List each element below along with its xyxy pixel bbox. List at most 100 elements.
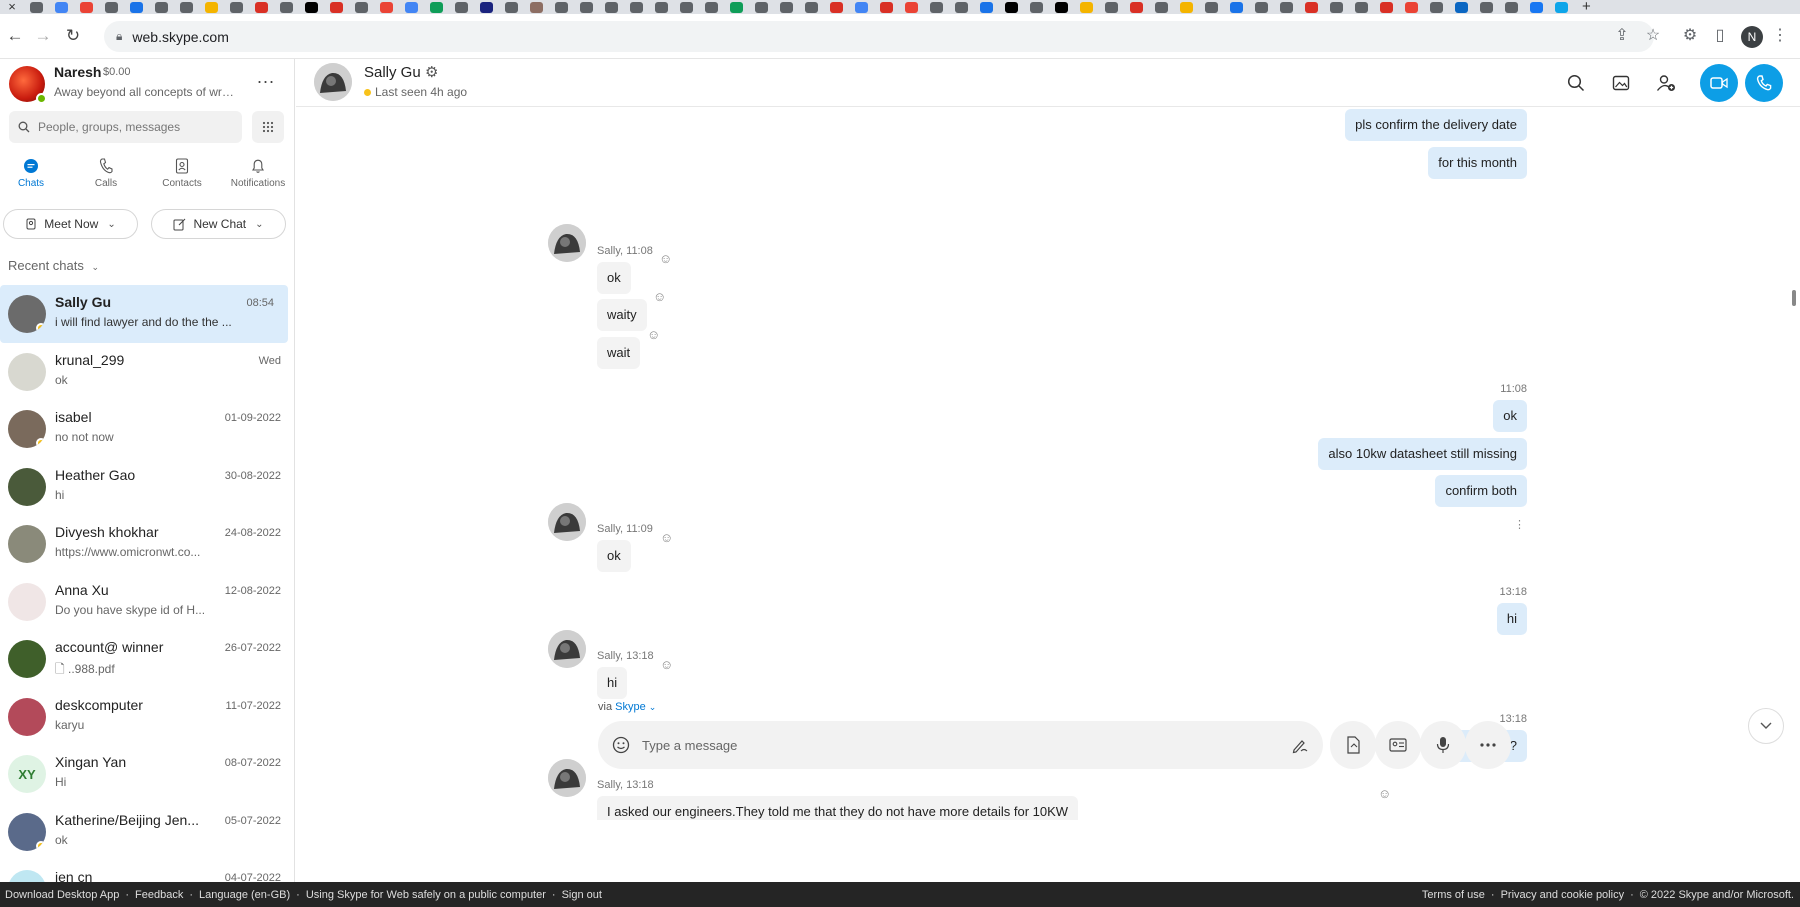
pinned-tab-favicon-icon[interactable] — [1355, 1, 1368, 13]
reload-icon[interactable]: ↻ — [63, 26, 83, 46]
pinned-tab-favicon-icon[interactable] — [1055, 1, 1068, 13]
pinned-tab-favicon-icon[interactable] — [630, 1, 643, 13]
pinned-tab-favicon-icon[interactable] — [755, 1, 768, 13]
chat-list-item[interactable]: Katherine/Beijing Jen... ok 05-07-2022 — [0, 803, 294, 861]
pinned-tab-favicon-icon[interactable] — [355, 1, 368, 13]
reaction-smiley-icon[interactable]: ☺ — [647, 327, 660, 342]
message-incoming[interactable]: wait — [597, 337, 641, 369]
voice-message-button[interactable] — [1420, 721, 1466, 769]
pinned-tab-favicon-icon[interactable] — [830, 1, 843, 13]
chat-list-item[interactable]: isabel no not now 01-09-2022 — [0, 400, 294, 458]
more-options-button[interactable]: ... — [257, 67, 275, 88]
message-incoming[interactable]: I asked our engineers.They told me that … — [597, 796, 1079, 820]
pinned-tab-favicon-icon[interactable] — [680, 1, 693, 13]
reaction-smiley-icon[interactable]: ☺ — [659, 251, 672, 266]
extensions-icon[interactable]: ⚙ — [1680, 26, 1700, 46]
pinned-tab-favicon-icon[interactable] — [30, 1, 43, 13]
pinned-tab-favicon-icon[interactable] — [555, 1, 568, 13]
tab-contacts[interactable]: Contacts — [152, 156, 212, 189]
pinned-tab-favicon-icon[interactable] — [1380, 1, 1393, 13]
pinned-tab-favicon-icon[interactable] — [1555, 1, 1568, 13]
new-tab-button[interactable]: + — [1582, 0, 1591, 14]
video-call-button[interactable] — [1700, 64, 1738, 102]
pinned-tab-favicon-icon[interactable] — [1230, 1, 1243, 13]
search-input[interactable]: People, groups, messages — [9, 111, 242, 143]
pinned-tab-favicon-icon[interactable] — [1330, 1, 1343, 13]
contact-avatar[interactable] — [548, 503, 586, 541]
contact-avatar[interactable] — [548, 224, 586, 262]
pinned-tab-favicon-icon[interactable] — [1180, 1, 1193, 13]
reaction-smiley-icon[interactable]: ☺ — [660, 530, 673, 545]
chat-list-item[interactable]: XY Xingan Yan Hi 08-07-2022 — [0, 745, 294, 803]
pinned-tab-favicon-icon[interactable] — [1005, 1, 1018, 13]
gallery-button[interactable] — [1605, 67, 1637, 99]
contact-avatar[interactable] — [314, 63, 352, 101]
footer-privacy-link[interactable]: Privacy and cookie policy — [1501, 889, 1625, 901]
pen-icon[interactable] — [1291, 736, 1309, 754]
forward-arrow-icon[interactable]: → — [33, 26, 53, 46]
footer-feedback-link[interactable]: Feedback — [135, 889, 183, 901]
pinned-tab-favicon-icon[interactable] — [105, 1, 118, 13]
message-options-icon[interactable]: ⋮ — [1514, 518, 1525, 531]
pinned-tab-favicon-icon[interactable] — [905, 1, 918, 13]
tab-calls[interactable]: Calls — [76, 156, 136, 189]
message-incoming[interactable]: ok — [597, 540, 631, 572]
message-incoming[interactable]: hi — [597, 667, 628, 699]
pinned-tab-favicon-icon[interactable] — [380, 1, 393, 13]
pinned-tab-favicon-icon[interactable] — [1105, 1, 1118, 13]
message-outgoing[interactable]: for this month — [1428, 147, 1527, 179]
footer-sign-out-link[interactable]: Sign out — [562, 889, 602, 901]
pinned-tab-favicon-icon[interactable] — [430, 1, 443, 13]
tab-close-button[interactable]: × — [0, 0, 24, 14]
send-contact-button[interactable] — [1375, 721, 1421, 769]
search-in-chat-button[interactable] — [1560, 67, 1592, 99]
contact-avatar[interactable] — [548, 759, 586, 797]
contact-name[interactable]: Sally Gu — [364, 64, 421, 81]
attach-file-button[interactable] — [1330, 721, 1376, 769]
browser-menu-icon[interactable]: ⋮ — [1770, 26, 1790, 46]
pinned-tab-favicon-icon[interactable] — [1405, 1, 1418, 13]
dialpad-button[interactable] — [252, 111, 284, 143]
pinned-tab-favicon-icon[interactable] — [80, 1, 93, 13]
pinned-tab-favicon-icon[interactable] — [280, 1, 293, 13]
profile-avatar[interactable]: N — [1741, 26, 1763, 48]
gear-icon[interactable]: ⚙ — [425, 63, 438, 81]
message-outgoing[interactable]: confirm both — [1435, 475, 1527, 507]
chat-list-item[interactable]: Divyesh khokhar https://www.omicronwt.co.… — [0, 515, 294, 573]
pinned-tab-favicon-icon[interactable] — [405, 1, 418, 13]
chat-list-item[interactable]: Heather Gao hi 30-08-2022 — [0, 458, 294, 516]
chat-list-item[interactable]: deskcomputer karyu 11-07-2022 — [0, 688, 294, 746]
pinned-tab-favicon-icon[interactable] — [1505, 1, 1518, 13]
pinned-tab-favicon-icon[interactable] — [180, 1, 193, 13]
chat-list-item[interactable]: Anna Xu Do you have skype id of H... 12-08… — [0, 573, 294, 631]
pinned-tab-favicon-icon[interactable] — [580, 1, 593, 13]
pinned-tab-favicon-icon[interactable] — [605, 1, 618, 13]
pinned-tab-favicon-icon[interactable] — [130, 1, 143, 13]
pinned-tab-favicon-icon[interactable] — [1480, 1, 1493, 13]
footer-safety-link[interactable]: Using Skype for Web safely on a public c… — [306, 889, 546, 901]
more-actions-button[interactable] — [1465, 721, 1511, 769]
message-incoming[interactable]: ok — [597, 262, 631, 294]
pinned-tab-favicon-icon[interactable] — [1305, 1, 1318, 13]
pinned-tab-favicon-icon[interactable] — [480, 1, 493, 13]
message-outgoing[interactable]: ok — [1493, 400, 1527, 432]
pinned-tab-favicon-icon[interactable] — [55, 1, 68, 13]
new-chat-button[interactable]: New Chat ⌄ — [151, 209, 286, 239]
pinned-tab-favicon-icon[interactable] — [305, 1, 318, 13]
pinned-tab-favicon-icon[interactable] — [155, 1, 168, 13]
pinned-tab-favicon-icon[interactable] — [1255, 1, 1268, 13]
pinned-tab-favicon-icon[interactable] — [880, 1, 893, 13]
pinned-tab-favicon-icon[interactable] — [955, 1, 968, 13]
message-composer[interactable]: Type a message — [598, 721, 1323, 769]
chat-list-item[interactable]: krunal_299 ok Wed — [0, 343, 294, 401]
via-skype-link[interactable]: Skype — [615, 701, 646, 713]
message-outgoing[interactable]: also 10kw datasheet still missing — [1318, 438, 1527, 470]
share-icon[interactable]: ⇪ — [1612, 26, 1632, 46]
footer-terms-link[interactable]: Terms of use — [1422, 889, 1485, 901]
pinned-tab-favicon-icon[interactable] — [1280, 1, 1293, 13]
add-participant-button[interactable] — [1650, 67, 1682, 99]
pinned-tab-favicon-icon[interactable] — [805, 1, 818, 13]
chat-list-item[interactable]: jen cn 04-07-2022 — [0, 860, 294, 882]
message-incoming[interactable]: waity — [597, 299, 647, 331]
pinned-tab-favicon-icon[interactable] — [530, 1, 543, 13]
